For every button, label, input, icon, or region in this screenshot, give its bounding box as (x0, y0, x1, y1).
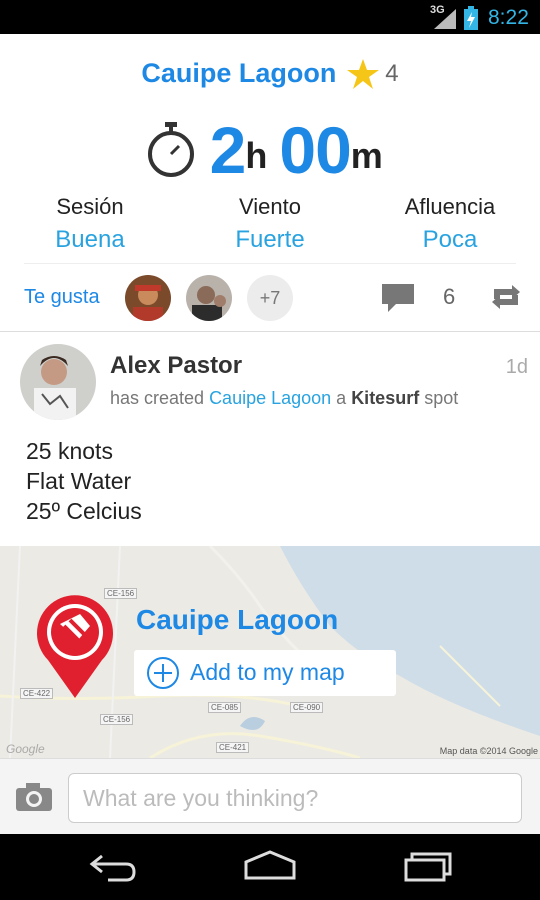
spot-header: Cauipe Lagoon 4 2h 00m Sesión Buena Vient… (0, 34, 540, 332)
stat-crowd: Afluencia Poca (360, 194, 540, 254)
map-attribution[interactable]: Map data ©2014 Google (440, 746, 538, 756)
clock: 8:22 (488, 6, 529, 29)
duration-minutes: 00 (279, 113, 351, 187)
author-avatar[interactable] (20, 344, 96, 420)
session-stats: Sesión Buena Viento Fuerte Afluencia Poc… (0, 194, 540, 264)
google-logo: Google (6, 742, 45, 756)
spot-link[interactable]: Cauipe Lagoon (209, 388, 331, 408)
liker-avatar[interactable] (125, 275, 171, 321)
like-button[interactable]: Te gusta (24, 286, 100, 309)
camera-icon[interactable] (16, 783, 52, 811)
status-bar: 3G 8:22 (0, 0, 540, 34)
battery-charging-icon (464, 6, 478, 30)
hours-unit: h (245, 135, 268, 176)
stat-label: Sesión (56, 194, 124, 219)
spot-map[interactable]: CE-156 CE-422 CE-156 CE-085 CE-090 CE-42… (0, 546, 540, 758)
plus-circle-icon (147, 657, 179, 689)
duration-hours: 2 (209, 113, 247, 187)
stat-wind: Viento Fuerte (180, 194, 360, 254)
comment-icon[interactable] (382, 284, 414, 312)
stat-label: Afluencia (404, 194, 496, 219)
stat-value: Buena (55, 226, 125, 253)
rating-value: 4 (385, 59, 399, 87)
feed-post: Alex Pastor 1d has created Cauipe Lagoon… (0, 332, 540, 758)
post-line: Flat Water (26, 468, 132, 494)
stat-value: Poca (422, 226, 478, 253)
road-label: CE-090 (290, 702, 324, 713)
composer-bar (0, 758, 540, 834)
meta-suffix: spot (419, 388, 459, 408)
comment-count: 6 (443, 284, 456, 309)
post-body: 25 knots Flat Water 25º Celcius (26, 436, 142, 526)
stopwatch-icon (148, 122, 195, 177)
navigation-bar (0, 834, 540, 900)
signal-icon (434, 9, 456, 29)
post-line: 25º Celcius (26, 498, 142, 524)
stat-value: Fuerte (235, 226, 305, 253)
meta-middle: a (331, 388, 352, 408)
more-likes-badge[interactable]: +7 (247, 275, 293, 321)
post-meta: has created Cauipe Lagoon a Kitesurf spo… (110, 388, 458, 409)
add-to-map-label: Add to my map (190, 659, 345, 685)
liker-avatar[interactable] (186, 275, 232, 321)
post-input[interactable] (68, 773, 522, 823)
minutes-unit: m (350, 135, 383, 176)
author-name[interactable]: Alex Pastor (110, 352, 242, 380)
post-line: 25 knots (26, 438, 113, 464)
add-to-map-button[interactable]: Add to my map (134, 650, 396, 696)
post-time: 1d (505, 356, 528, 378)
road-label: CE-085 (208, 702, 242, 713)
road-label: CE-156 (100, 714, 134, 725)
sport-name: Kitesurf (351, 388, 420, 408)
star-icon (346, 58, 379, 89)
repost-icon[interactable] (490, 285, 522, 309)
road-label: CE-421 (216, 742, 250, 753)
divider (24, 263, 516, 264)
stat-session: Sesión Buena (0, 194, 180, 254)
map-spot-title: Cauipe Lagoon (136, 604, 339, 635)
social-row: Te gusta +7 6 (0, 272, 540, 324)
back-icon[interactable] (88, 848, 136, 884)
home-icon[interactable] (242, 848, 298, 884)
session-duration: 2h 00m (0, 112, 540, 188)
spot-title[interactable]: Cauipe Lagoon (141, 58, 336, 88)
kitesurf-pin-icon[interactable] (34, 592, 116, 698)
stat-label: Viento (239, 194, 301, 219)
recent-apps-icon[interactable] (402, 848, 454, 884)
meta-prefix: has created (110, 388, 210, 408)
title-row: Cauipe Lagoon 4 (0, 58, 540, 89)
